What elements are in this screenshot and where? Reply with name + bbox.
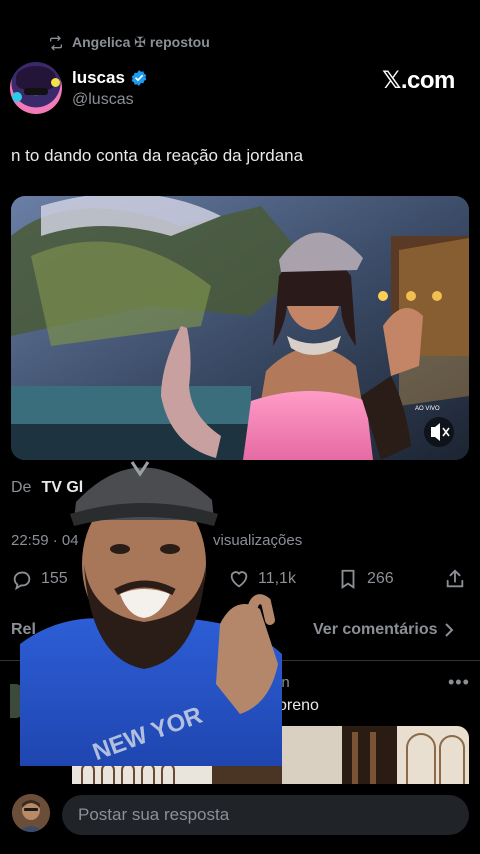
compose-bar: Postar sua resposta	[0, 786, 480, 854]
author-handle: @luscas	[72, 91, 134, 108]
live-badge: AO VIVO	[415, 406, 440, 412]
tweet-text: n to dando conta da reação da jordana	[11, 146, 304, 165]
share-button[interactable]	[444, 568, 466, 590]
see-comments-link[interactable]: Ver comentários	[313, 621, 454, 639]
mute-icon[interactable]	[424, 417, 454, 447]
reaction-video-overlay: NEW YOR	[20, 444, 282, 766]
reply-text: oreno	[278, 697, 319, 714]
more-options-icon[interactable]: •••	[448, 672, 470, 693]
bookmark-button[interactable]: 266	[337, 568, 394, 590]
repost-header[interactable]: Angelica ✠ repostou	[48, 34, 210, 51]
author-info[interactable]: luscas @luscas	[72, 68, 148, 109]
repost-text: Angelica ✠ repostou	[72, 34, 210, 50]
author-display-name[interactable]: luscas	[72, 68, 148, 88]
bookmark-count: 266	[367, 570, 394, 587]
verified-badge-icon	[131, 70, 147, 86]
chevron-right-icon	[444, 623, 453, 637]
share-icon	[446, 569, 464, 588]
author-avatar[interactable]	[10, 62, 62, 114]
x-watermark: 𝕏.com	[382, 67, 455, 94]
repost-icon	[50, 35, 62, 50]
top-edge	[0, 0, 480, 8]
tweet-video[interactable]: AO VIVO	[11, 196, 469, 460]
bookmark-icon	[341, 569, 355, 589]
current-user-avatar[interactable]	[12, 794, 50, 832]
reply-input[interactable]: Postar sua resposta	[62, 795, 469, 835]
